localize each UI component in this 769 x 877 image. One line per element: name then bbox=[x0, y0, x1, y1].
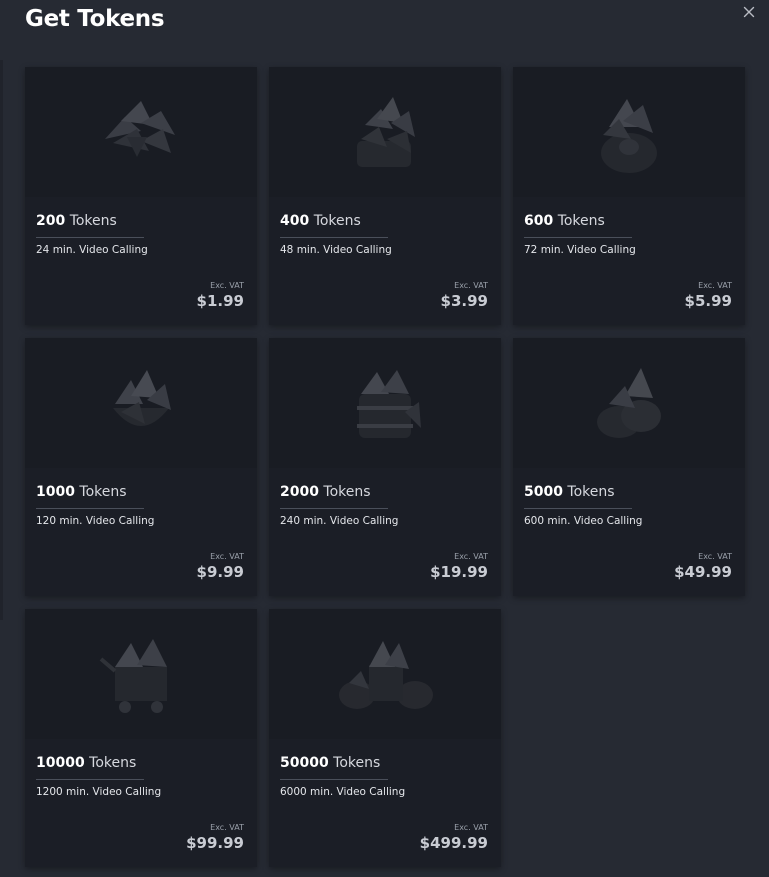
token-package-card[interactable]: 5000 Tokens 600 min. Video Calling Exc. … bbox=[513, 338, 745, 596]
token-barrel-icon bbox=[357, 370, 421, 438]
close-icon bbox=[743, 6, 755, 18]
video-calling-minutes: 48 min. Video Calling bbox=[280, 244, 392, 256]
price: $3.99 bbox=[440, 292, 488, 310]
token-unit: Tokens bbox=[89, 755, 137, 771]
token-bags-icon bbox=[597, 368, 661, 438]
dialog-title: Get Tokens bbox=[25, 6, 165, 32]
vat-note: Exc. VAT bbox=[454, 552, 488, 561]
token-cart-icon bbox=[99, 639, 167, 713]
token-unit: Tokens bbox=[69, 213, 117, 229]
video-calling-minutes: 1200 min. Video Calling bbox=[36, 786, 162, 798]
video-calling-minutes: 24 min. Video Calling bbox=[36, 244, 148, 256]
video-calling-minutes: 120 min. Video Calling bbox=[36, 515, 155, 527]
price: $1.99 bbox=[196, 292, 244, 310]
token-sack-icon bbox=[601, 99, 657, 173]
price: $49.99 bbox=[674, 563, 732, 581]
token-package-card[interactable]: 50000 Tokens 6000 min. Video Calling Exc… bbox=[269, 609, 501, 867]
dialog-edge bbox=[0, 60, 3, 620]
divider bbox=[280, 237, 388, 238]
token-unit: Tokens bbox=[313, 213, 361, 229]
divider bbox=[36, 508, 144, 509]
price: $9.99 bbox=[196, 563, 244, 581]
price: $499.99 bbox=[419, 834, 488, 852]
vat-note: Exc. VAT bbox=[210, 281, 244, 290]
token-amount: 2000 bbox=[280, 484, 319, 500]
token-hoard-icon bbox=[339, 641, 433, 709]
token-amount: 1000 bbox=[36, 484, 75, 500]
token-unit: Tokens bbox=[323, 484, 371, 500]
video-calling-minutes: 240 min. Video Calling bbox=[280, 515, 399, 527]
token-pile-icon bbox=[105, 101, 175, 157]
token-unit: Tokens bbox=[557, 213, 605, 229]
divider bbox=[36, 779, 144, 780]
video-calling-minutes: 600 min. Video Calling bbox=[524, 515, 643, 527]
price: $19.99 bbox=[430, 563, 488, 581]
token-package-card[interactable]: 600 Tokens 72 min. Video Calling Exc. VA… bbox=[513, 67, 745, 325]
token-amount: 200 bbox=[36, 213, 66, 229]
token-package-card[interactable]: 2000 Tokens 240 min. Video Calling Exc. … bbox=[269, 338, 501, 596]
token-amount: 400 bbox=[280, 213, 310, 229]
token-amount: 5000 bbox=[524, 484, 563, 500]
token-bag-icon bbox=[357, 97, 415, 167]
token-unit: Tokens bbox=[567, 484, 615, 500]
token-amount: 10000 bbox=[36, 755, 85, 771]
close-button[interactable] bbox=[739, 2, 759, 22]
vat-note: Exc. VAT bbox=[698, 552, 732, 561]
token-amount: 600 bbox=[524, 213, 554, 229]
vat-note: Exc. VAT bbox=[698, 281, 732, 290]
divider bbox=[280, 508, 388, 509]
video-calling-minutes: 72 min. Video Calling bbox=[524, 244, 636, 256]
vat-note: Exc. VAT bbox=[210, 823, 244, 832]
divider bbox=[524, 508, 632, 509]
token-package-card[interactable]: 10000 Tokens 1200 min. Video Calling Exc… bbox=[25, 609, 257, 867]
divider bbox=[524, 237, 632, 238]
price: $5.99 bbox=[684, 292, 732, 310]
video-calling-minutes: 6000 min. Video Calling bbox=[280, 786, 406, 798]
price: $99.99 bbox=[186, 834, 244, 852]
vat-note: Exc. VAT bbox=[454, 281, 488, 290]
token-unit: Tokens bbox=[333, 755, 381, 771]
token-package-card[interactable]: 1000 Tokens 120 min. Video Calling Exc. … bbox=[25, 338, 257, 596]
vat-note: Exc. VAT bbox=[210, 552, 244, 561]
token-package-card[interactable]: 400 Tokens 48 min. Video Calling Exc. VA… bbox=[269, 67, 501, 325]
token-package-card[interactable]: 200 Tokens 24 min. Video Calling Exc. VA… bbox=[25, 67, 257, 325]
get-tokens-dialog: Get Tokens 200 Tokens 24 min. Video Call… bbox=[0, 0, 769, 877]
divider bbox=[36, 237, 144, 238]
divider bbox=[280, 779, 388, 780]
token-unit: Tokens bbox=[79, 484, 127, 500]
token-basket-icon bbox=[113, 370, 171, 426]
token-amount: 50000 bbox=[280, 755, 329, 771]
vat-note: Exc. VAT bbox=[454, 823, 488, 832]
